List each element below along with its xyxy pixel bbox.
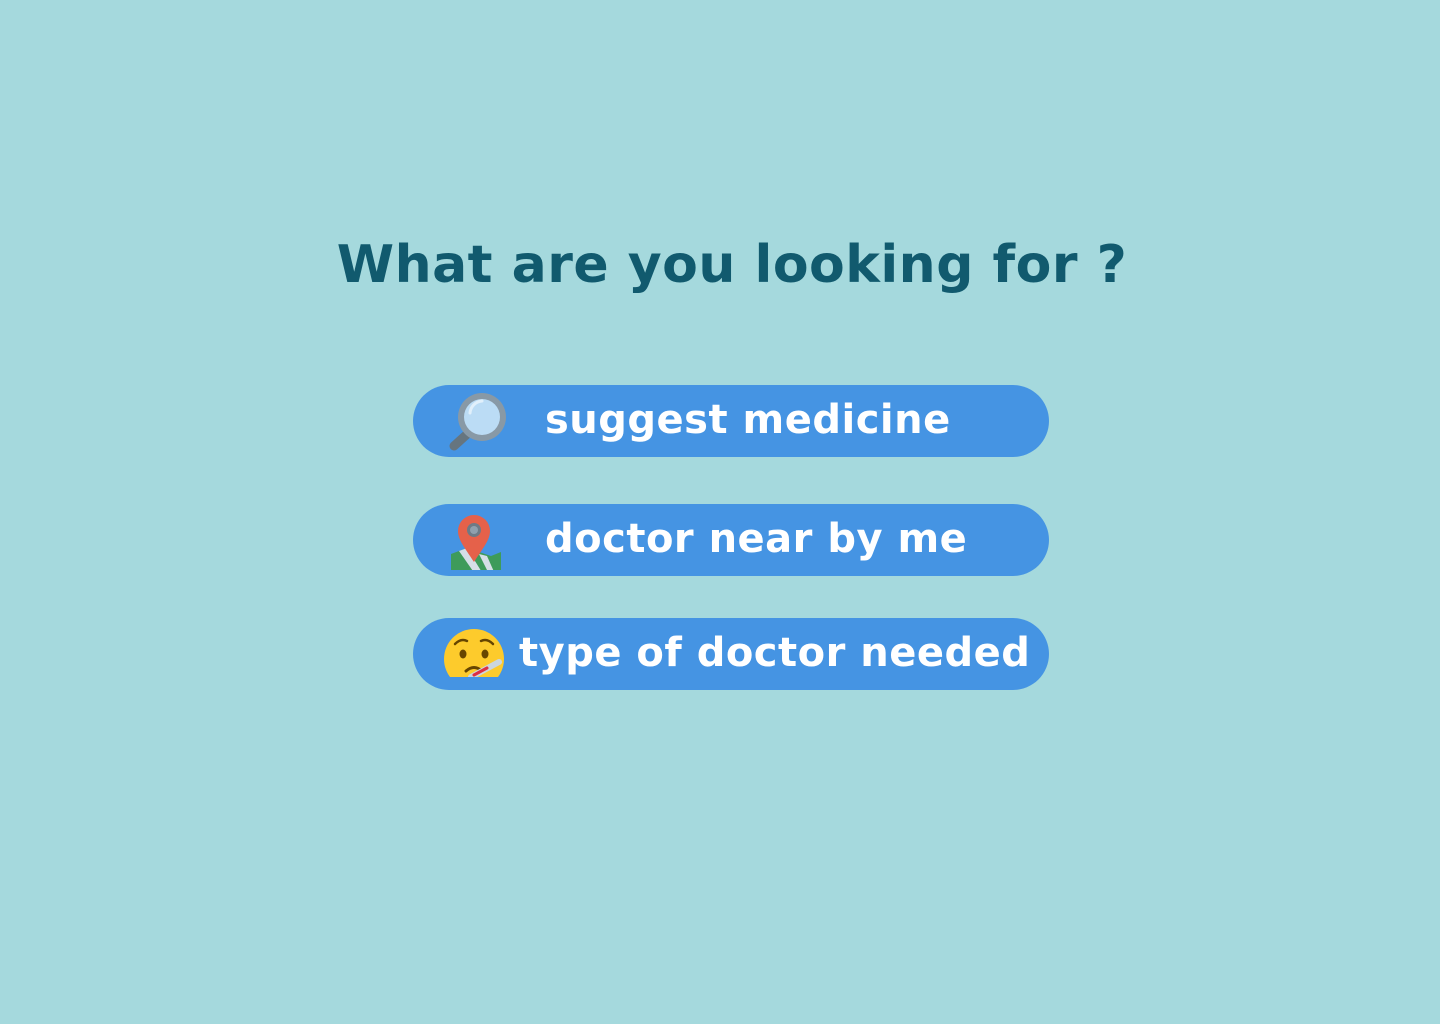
face-with-thermometer-icon [441,624,507,684]
type-of-doctor-button[interactable]: type of doctor needed [413,618,1049,690]
doctor-near-me-label: doctor near by me [545,516,968,562]
doctor-near-me-button[interactable]: doctor near by me [413,504,1049,576]
magnifying-glass-icon [445,391,511,451]
type-of-doctor-label: type of doctor needed [519,630,1031,676]
suggest-medicine-label: suggest medicine [545,397,951,443]
suggest-medicine-button[interactable]: suggest medicine [413,385,1049,457]
map-pin-icon [445,510,511,574]
page-title: What are you looking for ? [336,235,1128,295]
